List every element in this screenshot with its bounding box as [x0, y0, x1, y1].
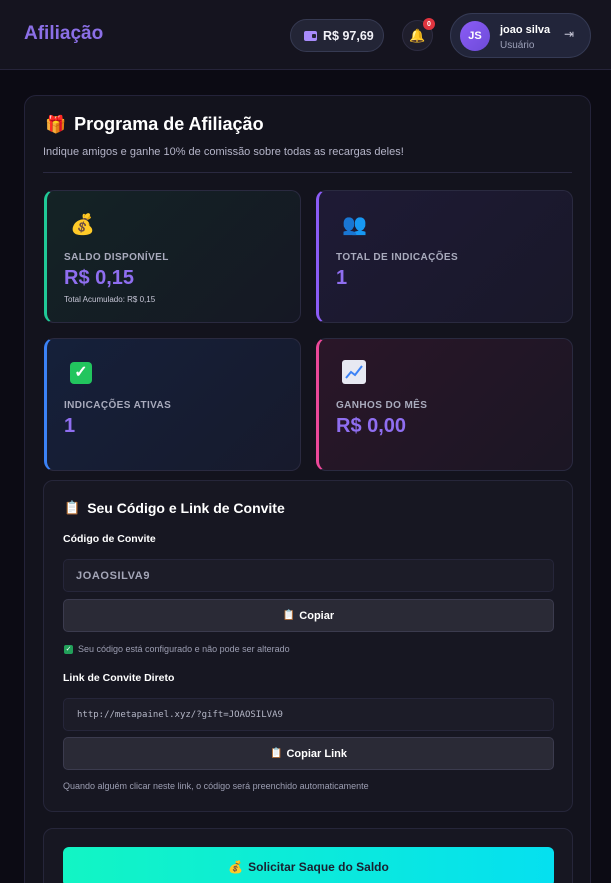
money-bag-icon: 💰 — [70, 214, 95, 236]
check-icon: ✓ — [64, 644, 73, 654]
avatar: JS — [460, 21, 490, 51]
check-icon: ✓ — [70, 360, 92, 384]
clipboard-icon: 📋 — [64, 500, 81, 515]
invite-title-text: Seu Código e Link de Convite — [87, 500, 285, 516]
notifications-button[interactable]: 🔔 0 — [402, 18, 435, 51]
stat-value: R$ 0,00 — [336, 415, 407, 437]
bell-icon: 🔔 — [409, 28, 426, 43]
stat-card-active-referrals: ✓ INDICAÇÕES ATIVAS 1 — [44, 338, 301, 471]
clipboard-icon: 📋 — [282, 610, 296, 621]
money-bag-icon: 💰 — [228, 860, 244, 874]
stat-subtext: Total Acumulado: R$ 0,15 — [64, 295, 156, 304]
user-menu[interactable]: JS joao silva Usuário ⇥ — [450, 13, 591, 58]
invite-link-field[interactable]: http://metapainel.xyz/?gift=JOAOSILVA9 — [63, 698, 554, 731]
stat-card-available-balance: 💰 SALDO DISPONÍVEL R$ 0,15 Total Acumula… — [44, 190, 301, 323]
code-locked-text: Seu código está configurado e não pode s… — [78, 644, 290, 654]
logout-icon[interactable]: ⇥ — [564, 27, 574, 41]
clipboard-icon: 📋 — [270, 748, 283, 759]
stat-value: 1 — [64, 415, 76, 437]
withdraw-label: Solicitar Saque do Saldo — [248, 860, 389, 874]
balance-pill[interactable]: R$ 97,69 — [290, 19, 384, 52]
invite-link-hint: Quando alguém clicar neste link, o códig… — [63, 781, 369, 791]
page-title-text: Programa de Afiliação — [74, 114, 264, 134]
page-title: 🎁 Programa de Afiliação — [45, 114, 264, 135]
copy-code-label: Copiar — [299, 609, 335, 622]
chart-up-icon — [342, 360, 366, 390]
balance-amount: R$ 97,69 — [323, 28, 374, 43]
affiliate-program-card: 🎁 Programa de Afiliação Indique amigos e… — [24, 95, 591, 883]
top-bar: Afiliação R$ 97,69 🔔 0 JS joao silva Usu… — [0, 0, 611, 70]
stat-card-monthly-earnings: GANHOS DO MÊS R$ 0,00 — [316, 338, 573, 471]
stat-card-total-referrals: 👥 TOTAL DE INDICAÇÕES 1 — [316, 190, 573, 323]
withdraw-button[interactable]: 💰 Solicitar Saque do Saldo — [63, 847, 554, 883]
copy-link-label: Copiar Link — [286, 747, 347, 760]
stat-label: GANHOS DO MÊS — [336, 400, 428, 411]
wallet-icon — [304, 30, 317, 41]
stat-label: TOTAL DE INDICAÇÕES — [336, 252, 459, 263]
page-subtitle: Indique amigos e ganhe 10% de comissão s… — [43, 146, 404, 158]
stat-value: R$ 0,15 — [64, 267, 135, 289]
user-name: joao silva — [500, 24, 551, 36]
invite-code-field[interactable]: JOAOSILVA9 — [63, 559, 554, 592]
code-locked-note: ✓ Seu código está configurado e não pode… — [64, 644, 290, 654]
stat-value: 1 — [336, 267, 348, 289]
gift-icon: 🎁 — [45, 114, 67, 134]
notification-count-badge: 0 — [423, 18, 435, 30]
link-label: Link de Convite Direto — [63, 672, 175, 684]
stat-label: INDICAÇÕES ATIVAS — [64, 400, 172, 411]
copy-code-button[interactable]: 📋 Copiar — [63, 599, 554, 632]
invite-section: 📋 Seu Código e Link de Convite Código de… — [43, 480, 573, 812]
invite-section-title: 📋 Seu Código e Link de Convite — [64, 500, 285, 516]
code-label: Código de Convite — [63, 533, 156, 545]
page-brand-title: Afiliação — [24, 23, 104, 44]
user-role: Usuário — [500, 40, 535, 51]
withdraw-section: 💰 Solicitar Saque do Saldo — [43, 828, 573, 883]
people-icon: 👥 — [342, 214, 367, 236]
stat-label: SALDO DISPONÍVEL — [64, 252, 169, 263]
divider — [43, 172, 572, 173]
copy-link-button[interactable]: 📋 Copiar Link — [63, 737, 554, 770]
